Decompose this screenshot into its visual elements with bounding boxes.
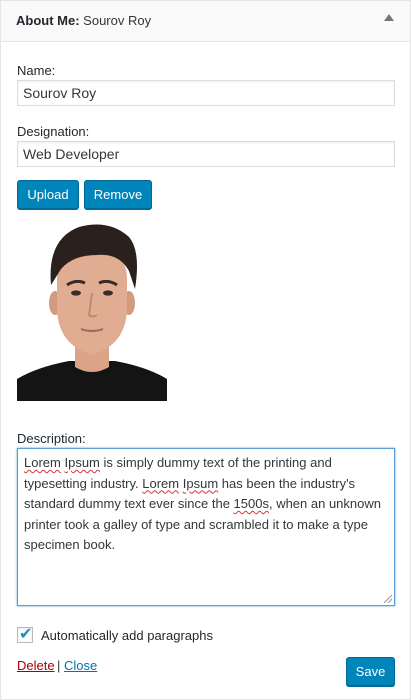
link-separator: | [57, 658, 61, 673]
remove-button[interactable]: Remove [84, 180, 152, 209]
widget-title-value: Sourov Roy [83, 13, 152, 28]
auto-paragraphs-checkbox[interactable]: ✔ [17, 624, 33, 643]
upload-button[interactable]: Upload [17, 180, 79, 209]
checkmark-icon: ✔ [19, 624, 33, 643]
delete-link[interactable]: Delete [17, 658, 55, 673]
description-label: Description: [17, 431, 86, 446]
about-me-widget: About Me: Sourov Roy Name: Sourov Roy De… [0, 0, 411, 700]
auto-paragraphs-label[interactable]: Automatically add paragraphs [41, 628, 213, 643]
resize-handle-icon[interactable] [384, 595, 392, 603]
widget-title-label: About Me: [16, 13, 80, 28]
collapse-arrow-icon[interactable] [384, 14, 394, 21]
name-input[interactable]: Sourov Roy [17, 80, 395, 106]
name-label: Name: [17, 63, 56, 78]
save-button[interactable]: Save [346, 657, 395, 686]
designation-input[interactable]: Web Developer [17, 141, 395, 167]
designation-label: Designation: [17, 124, 90, 139]
description-textarea[interactable]: Lorem Ipsum is simply dummy text of the … [17, 448, 395, 606]
close-link[interactable]: Close [64, 658, 97, 673]
description-text-word: Lorem [142, 475, 180, 491]
description-text-word: 1500s [233, 496, 269, 511]
profile-photo [17, 219, 167, 401]
widget-title[interactable]: About Me: Sourov Roy [16, 13, 151, 28]
description-text-word: Ipsum [64, 455, 100, 470]
description-text-word: Lorem [24, 455, 61, 470]
description-text-word: Ipsum [182, 475, 219, 491]
profile-photo-image [17, 219, 167, 401]
widget-header[interactable]: About Me: Sourov Roy [1, 1, 410, 42]
